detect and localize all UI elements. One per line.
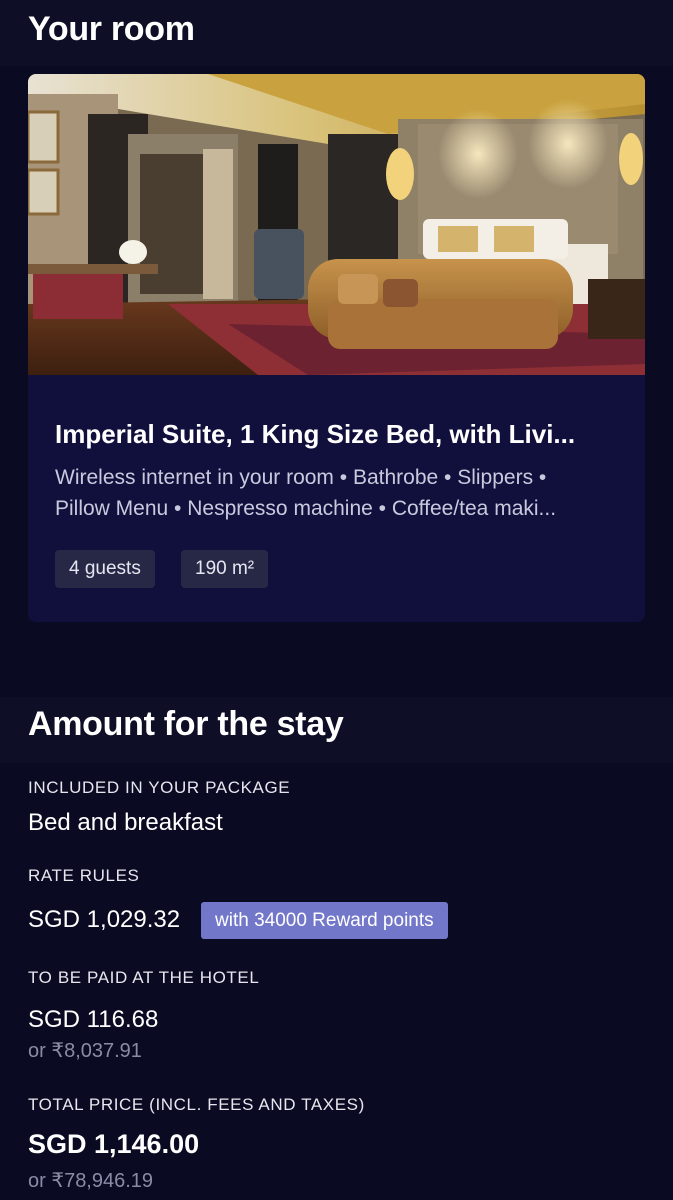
room-section-title: Your room — [28, 10, 195, 48]
hotel-payment-label: TO BE PAID AT THE HOTEL — [28, 968, 260, 987]
room-name: Imperial Suite, 1 King Size Bed, with Li… — [55, 419, 576, 449]
amount-section-header: Amount for the stay — [0, 697, 673, 763]
room-card[interactable]: Imperial Suite, 1 King Size Bed, with Li… — [28, 74, 645, 622]
total-price-alt-currency: or ₹78,946.19 — [28, 1170, 154, 1192]
amenities-line-2: Pillow Menu • Nespresso machine • Coffee… — [55, 497, 557, 520]
total-price-value: SGD 1,146.00 — [28, 1129, 200, 1159]
included-label: INCLUDED IN YOUR PACKAGE — [28, 778, 291, 797]
amount-section-title: Amount for the stay — [28, 705, 344, 743]
room-photo — [28, 74, 645, 375]
reward-points-badge: with 34000 Reward points — [201, 902, 448, 939]
hotel-payment-value: SGD 116.68 — [28, 1006, 159, 1033]
room-section-header: Your room — [0, 0, 673, 66]
room-size-chip: 190 m² — [181, 550, 269, 588]
rate-value: SGD 1,029.32 — [28, 906, 181, 933]
hotel-payment-alt-currency: or ₹8,037.91 — [28, 1040, 142, 1062]
included-value: Bed and breakfast — [28, 809, 223, 836]
rate-rules-label: RATE RULES — [28, 866, 140, 885]
guests-chip: 4 guests — [55, 550, 155, 588]
total-price-label: TOTAL PRICE (INCL. FEES AND TAXES) — [28, 1095, 365, 1114]
amenities-line-1: Wireless internet in your room • Bathrob… — [55, 466, 547, 489]
room-amenities: Wireless internet in your room • Bathrob… — [55, 462, 620, 524]
